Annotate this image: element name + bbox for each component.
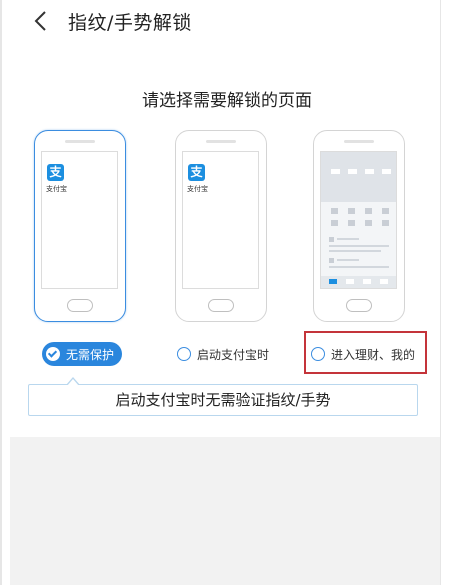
phone-screen: 支 支付宝 [41,151,118,289]
phone-speaker [206,140,236,143]
option-label: 无需保护 [66,347,115,362]
phone-speaker [344,140,374,143]
home-button-icon [208,299,234,312]
instruction-text: 请选择需要解锁的页面 [142,91,312,111]
home-button-icon [346,299,372,312]
header: 指纹/手势解锁 [2,0,440,44]
checked-radio-icon [46,347,60,361]
alipay-icon: 支 [188,164,205,181]
finance-tab-bar [321,276,396,288]
bottom-blank-area [10,437,440,585]
app-label: 支付宝 [46,185,67,193]
phone-speaker [65,140,95,143]
phone-screen: 支 支付宝 [182,151,259,289]
home-button-icon [67,299,93,312]
phone-preview-finance-me[interactable] [313,130,405,322]
phone-preview-no-protection[interactable]: 支 支付宝 [34,130,126,322]
radio-icon [177,347,191,361]
alipay-icon: 支 [47,164,64,181]
option-no-protection[interactable]: 无需保护 [42,342,123,366]
option-app-launch[interactable]: 启动支付宝时 [177,342,269,366]
option-label: 启动支付宝时 [197,347,270,362]
finance-header-block [321,152,396,202]
highlight-annotation-box [304,331,427,374]
option-description-tooltip: 启动支付宝时无需验证指纹/手势 [28,377,418,416]
phone-preview-app-launch[interactable]: 支 支付宝 [175,130,267,322]
page-title: 指纹/手势解锁 [68,12,192,34]
back-button[interactable] [30,8,54,34]
app-label: 支付宝 [187,185,208,193]
chevron-left-icon [34,11,46,31]
phone-screen [320,151,397,289]
